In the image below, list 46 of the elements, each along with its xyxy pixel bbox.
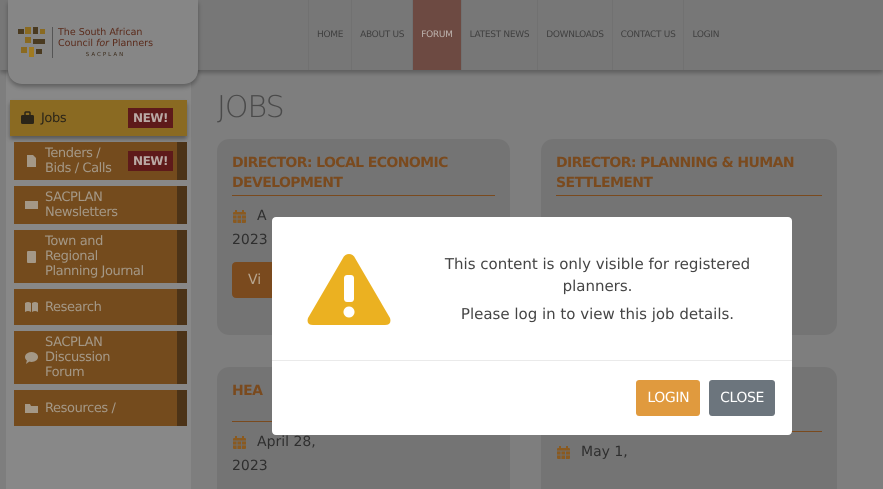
calendar-icon bbox=[232, 434, 247, 450]
modal-message: Please log in to view this job details. bbox=[460, 304, 736, 324]
sidebar-item[interactable]: Jobs NEW! bbox=[10, 100, 187, 136]
new-badge: NEW! bbox=[128, 151, 173, 171]
job-date: 2023 bbox=[232, 458, 268, 474]
logo-title: The South African bbox=[58, 26, 144, 38]
nav-link[interactable]: LOGIN bbox=[683, 0, 728, 70]
sidebar-label: Town and Regional Planning Journal bbox=[45, 234, 145, 279]
newspaper-icon bbox=[24, 198, 39, 212]
job-title[interactable]: DIRECTOR: PLANNING & HUMAN SETTLEMENT bbox=[556, 153, 822, 193]
calendar-icon bbox=[556, 444, 571, 460]
sidebar-label: Research bbox=[45, 300, 102, 314]
calendar-icon bbox=[232, 208, 247, 224]
sidebar-item[interactable]: Resources / bbox=[14, 390, 187, 426]
document-icon bbox=[24, 154, 39, 168]
sidebar-item[interactable]: SACPLAN Discussion Forum bbox=[14, 331, 187, 384]
nav-link[interactable]: HOME bbox=[308, 0, 352, 70]
sidebar-item[interactable]: Research bbox=[14, 289, 187, 325]
new-badge: NEW! bbox=[128, 108, 173, 128]
journal-icon bbox=[24, 250, 39, 264]
login-button[interactable]: LOGIN bbox=[636, 380, 700, 416]
sidebar-item[interactable]: Tenders / Bids / Calls NEW! bbox=[14, 142, 187, 180]
logo-icon bbox=[18, 25, 46, 59]
job-date: 2023 bbox=[232, 232, 268, 248]
nav-link[interactable]: DOWNLOADS bbox=[537, 0, 612, 70]
job-date: A bbox=[257, 208, 267, 224]
close-button[interactable]: CLOSE bbox=[709, 380, 775, 416]
job-date: May 1, bbox=[581, 444, 628, 460]
sidebar-label: Resources / bbox=[45, 400, 117, 416]
sidebar-label: SACPLAN Discussion Forum bbox=[45, 335, 112, 380]
sidebar-item[interactable]: SACPLAN Newsletters bbox=[14, 186, 187, 224]
chat-icon bbox=[24, 350, 39, 364]
folder-icon bbox=[24, 401, 39, 415]
sidebar-label: SACPLAN Newsletters bbox=[45, 190, 119, 220]
logo-title: Council for Planners bbox=[58, 38, 154, 48]
book-icon bbox=[24, 300, 39, 314]
sidebar-label: Jobs bbox=[41, 110, 68, 126]
nav-link[interactable]: FORUM bbox=[412, 0, 461, 70]
nav-link[interactable]: CONTACT US bbox=[612, 0, 684, 70]
job-date: April 28, bbox=[257, 434, 316, 450]
briefcase-icon bbox=[20, 111, 35, 125]
modal-message: This content is only visible for registered planners. bbox=[444, 254, 752, 296]
sidebar-label: Tenders / Bids / Calls bbox=[45, 146, 112, 176]
nav-link[interactable]: LATEST NEWS bbox=[460, 0, 538, 70]
job-title[interactable]: DIRECTOR: LOCAL ECONOMIC DEVELOPMENT bbox=[232, 153, 495, 193]
sidebar-item[interactable]: Town and Regional Planning Journal bbox=[14, 230, 187, 283]
